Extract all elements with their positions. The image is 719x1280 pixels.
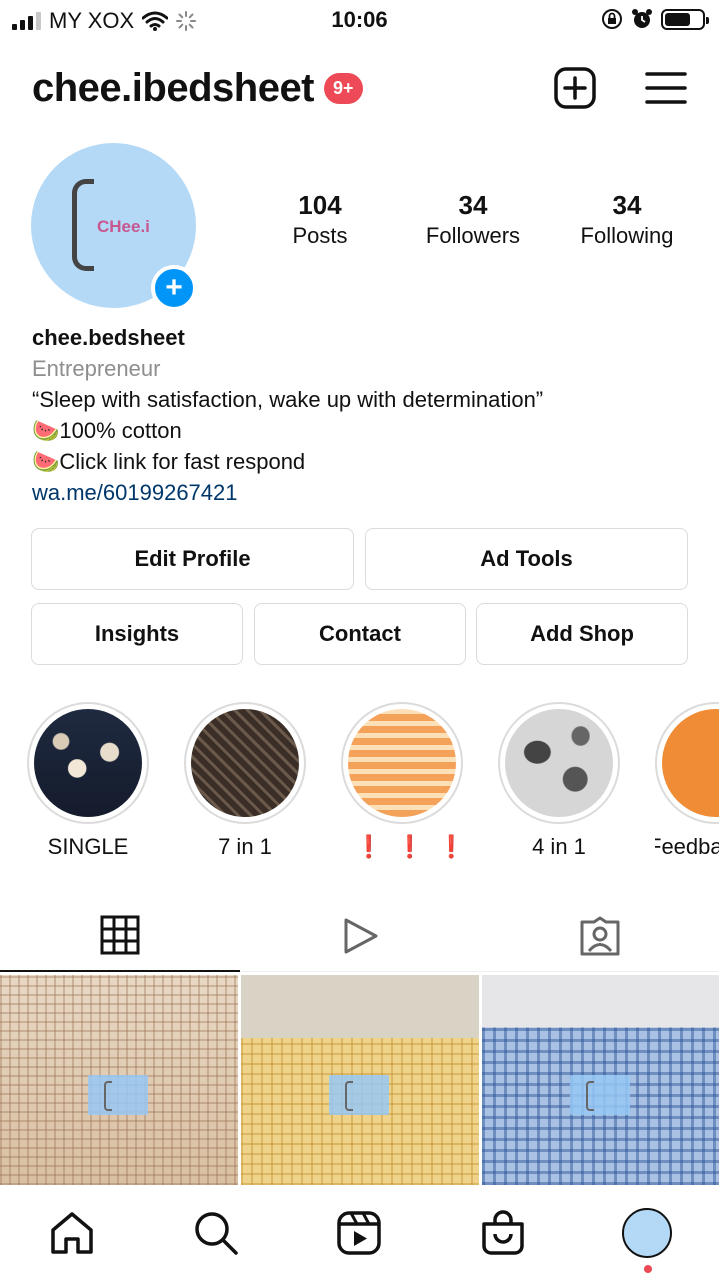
highlight-single[interactable]: SINGLE (27, 702, 149, 860)
stat-followers[interactable]: 34 Followers (398, 190, 548, 249)
grid-icon (100, 915, 140, 955)
shop-icon (482, 1210, 524, 1255)
watermark-logo-icon (88, 1075, 148, 1115)
profile-avatar-small (622, 1208, 672, 1258)
new-post-icon[interactable] (553, 66, 597, 110)
stat-following[interactable]: 34 Following (552, 190, 702, 249)
watermelon-icon: 🍉 (32, 418, 60, 443)
highlight-cover (348, 709, 456, 817)
notification-badge[interactable]: 9+ (324, 72, 363, 104)
logo-bracket-icon (72, 179, 94, 271)
contact-button[interactable]: Contact (254, 603, 466, 665)
status-right (601, 8, 709, 30)
nav-home[interactable] (47, 1208, 97, 1258)
highlight-label: 4 in 1 (532, 834, 586, 859)
home-icon (51, 1212, 93, 1254)
ad-tools-button[interactable]: Ad Tools (365, 528, 688, 590)
profile-name: chee.bedsheet (32, 325, 185, 350)
post-grid (0, 975, 719, 1185)
status-bar: MY XOX 10:06 (0, 0, 719, 40)
alarm-icon (632, 9, 652, 28)
profile-bio: chee.bedsheet Entrepreneur “Sleep with s… (32, 322, 692, 508)
highlight-label: Feedba (655, 834, 719, 859)
tab-reels[interactable] (240, 900, 480, 972)
nav-search[interactable] (191, 1208, 241, 1258)
highlight-cover (505, 709, 613, 817)
orientation-lock-icon (602, 9, 622, 29)
add-shop-button[interactable]: Add Shop (476, 603, 688, 665)
account-username[interactable]: chee.ibedsheet (32, 66, 315, 111)
posts-count: 104 (298, 190, 342, 220)
edit-profile-button[interactable]: Edit Profile (31, 528, 354, 590)
bio-line-respond: 🍉Click link for fast respond (32, 449, 306, 474)
nav-reels[interactable] (334, 1208, 384, 1258)
highlight-cover (191, 709, 299, 817)
profile-category: Entrepreneur (32, 356, 161, 381)
watermark-logo-icon (570, 1075, 630, 1115)
nav-shop[interactable] (478, 1208, 528, 1258)
highlight-cover (34, 709, 142, 817)
bio-line-cotton: 🍉100% cotton (32, 418, 182, 443)
bottom-nav (0, 1186, 719, 1280)
watermark-logo-icon (329, 1075, 389, 1115)
post-thumbnail[interactable] (482, 975, 719, 1185)
post-thumbnail[interactable] (0, 975, 238, 1185)
highlight-alert[interactable]: ❗❗❗ (341, 702, 480, 860)
highlight-cover (662, 709, 719, 817)
avatar-logo-text: CHee.i (97, 217, 150, 236)
followers-count: 34 (458, 190, 488, 220)
profile-avatar-wrap[interactable]: CHee.i + (31, 143, 197, 311)
bio-line-quote: “Sleep with satisfaction, wake up with d… (32, 387, 544, 412)
following-label: Following (580, 223, 674, 248)
stat-posts[interactable]: 104 Posts (245, 190, 395, 249)
highlight-feedback[interactable]: Feedba (655, 702, 719, 860)
battery-icon (661, 8, 709, 30)
posts-label: Posts (292, 223, 348, 248)
insights-button[interactable]: Insights (31, 603, 243, 665)
highlight-4in1[interactable]: 4 in 1 (498, 702, 620, 860)
tagged-user-icon (580, 916, 620, 956)
highlight-7in1[interactable]: 7 in 1 (184, 702, 306, 860)
profile-tabs (0, 900, 719, 972)
reels-icon (337, 1211, 381, 1255)
watermelon-icon: 🍉 (32, 449, 60, 474)
followers-label: Followers (425, 223, 521, 248)
menu-icon[interactable] (645, 71, 687, 105)
profile-notification-dot (644, 1265, 652, 1273)
add-story-button[interactable]: + (151, 265, 197, 311)
following-count: 34 (612, 190, 642, 220)
nav-profile[interactable] (622, 1208, 672, 1258)
search-icon (195, 1212, 238, 1255)
post-thumbnail[interactable] (241, 975, 479, 1185)
highlight-label: 7 in 1 (218, 834, 272, 859)
bio-link[interactable]: wa.me/60199267421 (32, 477, 692, 508)
highlight-label: ❗❗❗ (355, 834, 480, 859)
play-icon (344, 918, 378, 954)
tab-tagged[interactable] (480, 900, 719, 972)
profile-header: chee.ibedsheet 9+ (32, 62, 687, 114)
highlight-label: SINGLE (47, 834, 129, 859)
tab-grid[interactable] (0, 900, 240, 972)
